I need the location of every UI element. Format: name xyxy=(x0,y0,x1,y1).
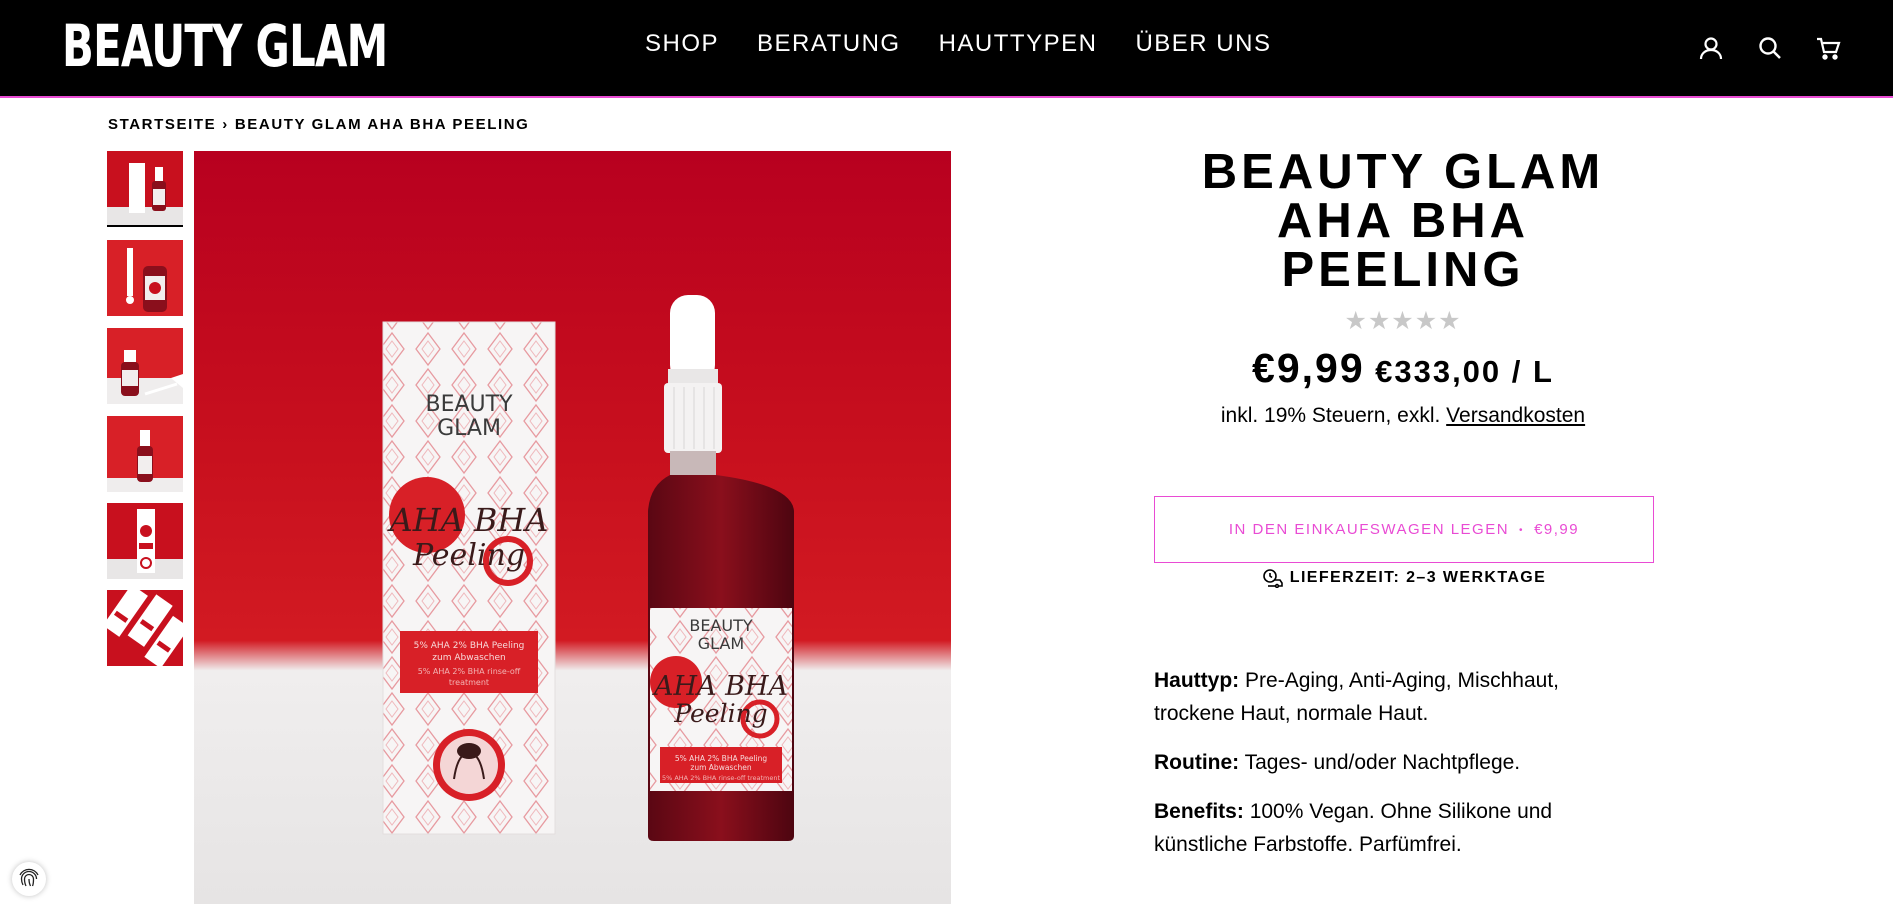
product-title-line-1: BEAUTY GLAM xyxy=(1201,145,1605,199)
breadcrumb-home[interactable]: STARTSEITE xyxy=(108,116,216,133)
nav-shop[interactable]: SHOP xyxy=(645,30,719,58)
product-title-line-3: PEELING xyxy=(1281,243,1525,297)
bottle-script-line2: Peeling xyxy=(673,699,767,728)
bottle-cap xyxy=(664,383,722,453)
nav-hauttypen[interactable]: HAUTTYPEN xyxy=(939,30,1098,58)
add-to-cart-separator: • xyxy=(1519,524,1525,536)
cart-icon[interactable] xyxy=(1814,34,1842,62)
bottle-brand-line1: BEAUTY xyxy=(689,616,753,635)
thumbnail-4[interactable] xyxy=(107,416,183,492)
bottle-label-line1: 5% AHA 2% BHA Peeling xyxy=(675,754,768,763)
price: €9,99 xyxy=(1252,345,1365,391)
main-nav: SHOP BERATUNG HAUTTYPEN ÜBER UNS xyxy=(645,30,1271,58)
box-label-line2: zum Abwaschen xyxy=(432,653,505,663)
box-brand-line1: BEAUTY xyxy=(425,392,513,417)
box-script-line2: Peeling xyxy=(412,538,525,573)
tax-text: inkl. 19% Steuern, exkl. xyxy=(1220,404,1441,427)
logo[interactable]: BEAUTY GLAM xyxy=(62,14,388,78)
thumbnail-2[interactable] xyxy=(107,240,183,316)
nav-ueber-uns[interactable]: ÜBER UNS xyxy=(1135,30,1271,58)
bottle-label-line2: zum Abwaschen xyxy=(690,763,751,772)
bottle-script-line1: AHA BHA xyxy=(651,671,788,702)
box-label-line3: 5% AHA 2% BHA rinse-off xyxy=(418,667,521,676)
box-brand-line2: GLAM xyxy=(437,416,501,441)
breadcrumb-current: BEAUTY GLAM AHA BHA PEELING xyxy=(234,116,530,133)
add-to-cart-price: €9,99 xyxy=(1534,521,1580,538)
site-header: BEAUTY GLAM SHOP BERATUNG HAUTTYPEN ÜBER… xyxy=(0,0,1893,98)
shipping-link[interactable]: Versandkosten xyxy=(1446,404,1585,427)
detail-benefits-label: Benefits: xyxy=(1154,800,1244,823)
product-main-image[interactable]: BEAUTY GLAM AHA BHA Peeling 5% AHA 2% BH… xyxy=(194,151,951,904)
detail-hauttyp-label: Hauttyp: xyxy=(1154,669,1240,692)
detail-hauttyp: Hauttyp: Pre-Aging, Anti-Aging, Mischhau… xyxy=(1154,664,1624,730)
thumbnail-1[interactable] xyxy=(107,151,183,227)
thumbnail-6[interactable] xyxy=(107,590,183,666)
unit-price: €333,00 / L xyxy=(1375,354,1554,389)
box-label-line1: 5% AHA 2% BHA Peeling xyxy=(414,641,525,651)
product-title-line-2: AHA BHA xyxy=(1276,194,1530,248)
tax-note: inkl. 19% Steuern, exkl. Versandkosten xyxy=(1150,404,1656,428)
fingerprint-icon[interactable] xyxy=(12,862,46,896)
box-script-line1: AHA BHA xyxy=(387,501,549,539)
thumbnail-3[interactable] xyxy=(107,328,183,404)
detail-routine-text: Tages- und/oder Nachtpflege. xyxy=(1244,751,1521,774)
price-row: €9,99 €333,00 / L xyxy=(1150,345,1656,392)
delivery-info: LIEFERZEIT: 2–3 WERKTAGE xyxy=(1154,568,1654,589)
detail-routine-label: Routine: xyxy=(1154,751,1240,774)
breadcrumb-separator: › xyxy=(222,116,229,133)
search-icon[interactable] xyxy=(1756,34,1784,62)
bottle-label-line3: 5% AHA 2% BHA rinse-off treatment xyxy=(662,774,780,782)
detail-routine: Routine: Tages- und/oder Nachtpflege. xyxy=(1154,746,1624,779)
thumbnail-5[interactable] xyxy=(107,503,183,579)
delivery-clock-icon xyxy=(1262,569,1283,589)
delivery-text: LIEFERZEIT: 2–3 WERKTAGE xyxy=(1289,569,1547,587)
account-icon[interactable] xyxy=(1697,34,1725,62)
rating-stars[interactable]: ★★★★★ xyxy=(1150,306,1656,336)
bottle-brand-line2: GLAM xyxy=(698,634,744,653)
add-to-cart-label: IN DEN EINKAUFSWAGEN LEGEN xyxy=(1228,521,1510,538)
detail-benefits: Benefits: 100% Vegan. Ohne Silikone und … xyxy=(1154,795,1624,861)
nav-beratung[interactable]: BERATUNG xyxy=(757,30,901,58)
product-title: BEAUTY GLAM AHA BHA PEELING xyxy=(1150,148,1656,295)
add-to-cart-button[interactable]: IN DEN EINKAUFSWAGEN LEGEN • €9,99 xyxy=(1154,496,1654,563)
breadcrumb: STARTSEITE › BEAUTY GLAM AHA BHA PEELING xyxy=(108,116,529,133)
box-label-line4: treatment xyxy=(449,678,489,687)
